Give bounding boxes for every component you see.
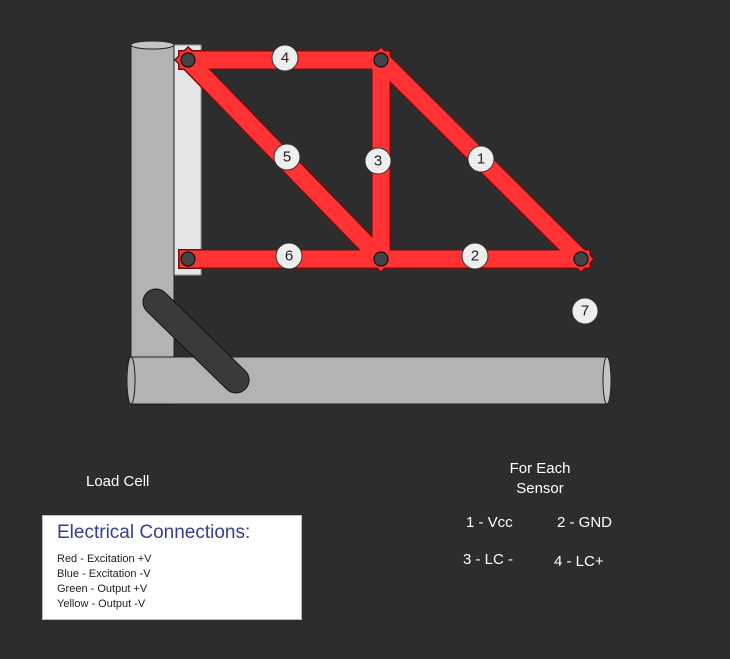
horizontal-pipe-left-end xyxy=(126,356,136,405)
connection-blue: Blue - Excitation -V xyxy=(57,568,151,580)
pin-gnd: 2 - GND xyxy=(557,514,613,531)
node-2-label: 2 xyxy=(471,248,479,265)
node-5-label: 5 xyxy=(283,149,291,166)
pin-lc-minus: 3 - LC - xyxy=(463,551,514,568)
pin-vcc: 1 - Vcc xyxy=(466,514,513,531)
connection-yellow: Yellow - Output -V xyxy=(57,598,146,610)
vertical-pipe xyxy=(130,44,175,406)
connection-red: Red - Excitation +V xyxy=(57,553,152,565)
connections-title: Electrical Connections: xyxy=(57,522,251,543)
node-6-label: 6 xyxy=(285,248,293,265)
sensor-title: For Each Sensor xyxy=(509,460,571,497)
joint-bottom-middle xyxy=(373,251,389,267)
load-cell-label: Load Cell xyxy=(86,473,150,490)
joint-top-left xyxy=(180,52,196,68)
node-3-label: 3 xyxy=(374,153,382,170)
horizontal-pipe-right-end xyxy=(602,356,612,405)
connection-green: Green - Output +V xyxy=(57,583,148,595)
node-4-label: 4 xyxy=(281,50,289,67)
joint-bottom-right xyxy=(573,251,589,267)
pin-lc-plus: 4 - LC+ xyxy=(554,553,604,570)
joint-bottom-left xyxy=(180,251,196,267)
node-1-label: 1 xyxy=(477,151,485,168)
node-7-label: 7 xyxy=(581,303,589,320)
vertical-pipe-top xyxy=(130,40,175,50)
joint-top-middle xyxy=(373,52,389,68)
electrical-connections-panel: Electrical Connections: Red - Excitation… xyxy=(42,515,302,620)
